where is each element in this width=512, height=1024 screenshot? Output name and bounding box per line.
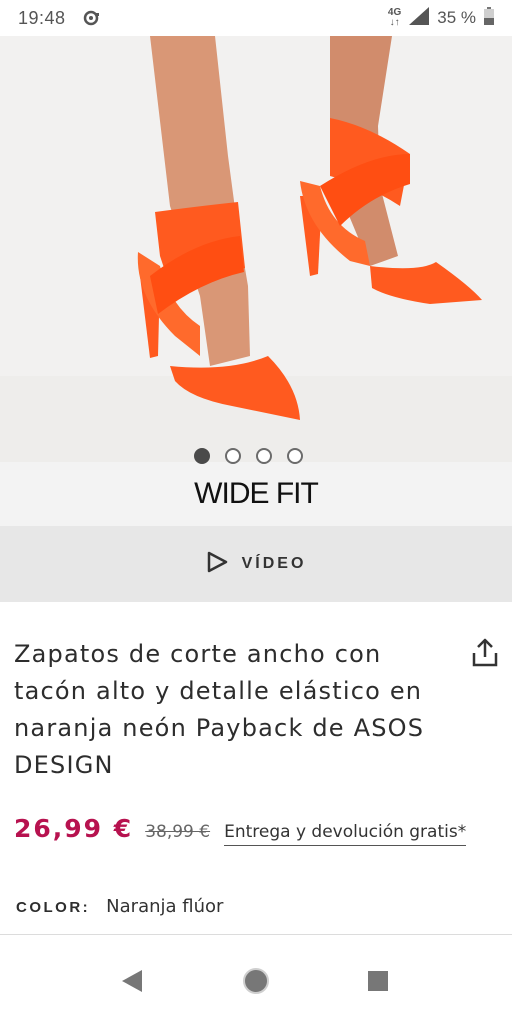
gallery-dot-3[interactable] — [256, 448, 272, 464]
status-time: 19:48 — [18, 7, 66, 28]
status-bar: 19:48 4G ↓↑ 35 % — [0, 0, 512, 36]
share-icon — [468, 638, 502, 674]
home-icon — [242, 967, 270, 999]
recents-icon — [367, 970, 389, 996]
color-row: COLOR: Naranja flúor — [16, 896, 223, 917]
gallery-pagination — [0, 448, 512, 468]
video-button[interactable]: VÍDEO — [0, 526, 512, 602]
share-button[interactable] — [468, 636, 502, 670]
wide-fit-label: WIDE FIT — [194, 477, 319, 510]
notification-icon — [82, 10, 102, 26]
gallery-dot-1[interactable] — [194, 448, 210, 464]
home-button[interactable] — [238, 965, 274, 1001]
color-label: COLOR: — [16, 899, 91, 916]
free-delivery-link[interactable]: Entrega y devolución gratis* — [224, 822, 467, 846]
price-row: 26,99 € 38,99 € Entrega y devolución gra… — [14, 814, 467, 846]
battery-percent: 35 % — [437, 8, 476, 27]
signal-icon — [409, 6, 430, 30]
recents-button[interactable] — [360, 965, 396, 1001]
network-type-label: 4G — [387, 7, 402, 18]
current-price: 26,99 € — [14, 814, 134, 843]
wide-fit-banner: WIDE FIT — [0, 462, 512, 526]
play-icon — [206, 551, 228, 577]
previous-price: 38,99 € — [145, 822, 211, 842]
gallery-dot-2[interactable] — [225, 448, 241, 464]
product-image[interactable] — [0, 36, 512, 462]
video-label: VÍDEO — [241, 555, 307, 572]
battery-icon — [484, 6, 494, 30]
system-nav-bar — [0, 935, 512, 1024]
network-type: 4G ↓↑ — [387, 7, 402, 28]
back-button[interactable] — [114, 965, 150, 1001]
color-value: Naranja flúor — [106, 896, 224, 917]
back-icon — [120, 968, 144, 998]
gallery-dot-4[interactable] — [287, 448, 303, 464]
product-title: Zapatos de corte ancho con tacón alto y … — [14, 640, 425, 779]
